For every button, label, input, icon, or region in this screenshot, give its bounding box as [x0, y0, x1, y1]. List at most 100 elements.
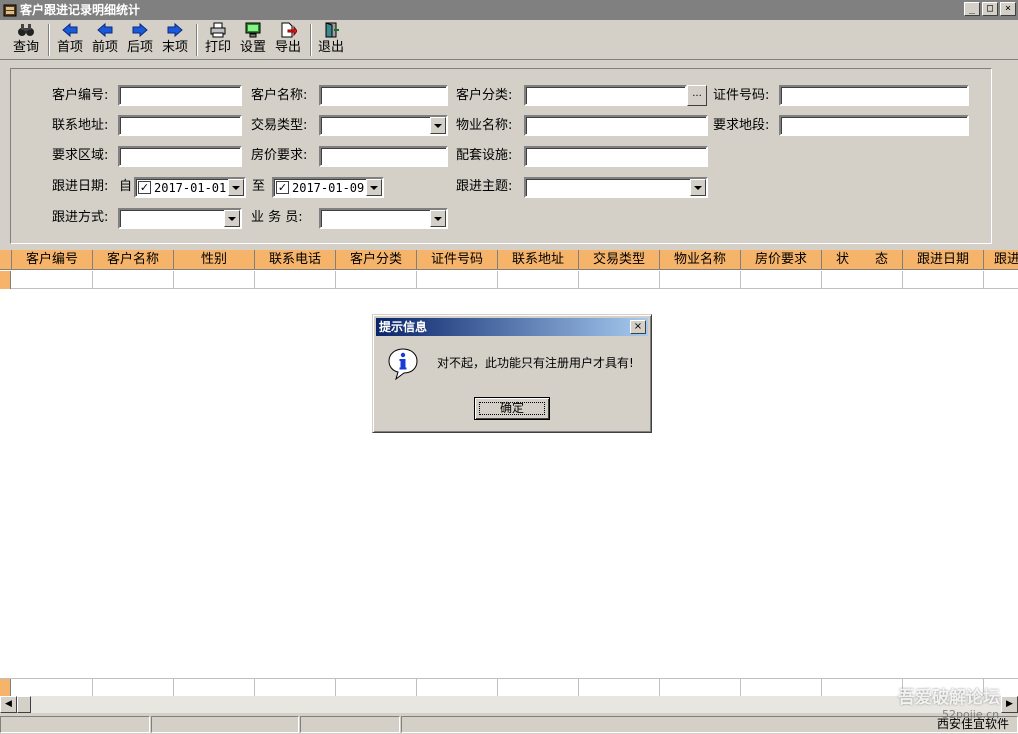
- column-header[interactable]: 客户名称: [93, 250, 174, 270]
- query-button[interactable]: 查询: [10, 22, 42, 58]
- required-section-input[interactable]: [779, 115, 969, 136]
- id-number-label: 证件号码:: [713, 88, 770, 103]
- column-header[interactable]: 交易类型: [579, 250, 660, 270]
- follow-method-select[interactable]: [118, 208, 242, 229]
- column-header[interactable]: 跟进日期: [903, 250, 984, 270]
- date-to-picker[interactable]: ✓ 2017-01-09: [272, 177, 384, 198]
- customer-category-browse-button[interactable]: ...: [687, 85, 707, 106]
- info-dialog: 提示信息 × 对不起，此功能只有注册用户才具有! 确定: [372, 314, 652, 433]
- column-header[interactable]: 物业名称: [660, 250, 741, 270]
- toolbar-separator: [310, 24, 312, 56]
- print-button[interactable]: 打印: [202, 22, 234, 58]
- row-indicator-header: [0, 250, 12, 270]
- customer-name-input[interactable]: [319, 85, 448, 106]
- row-indicator: [0, 271, 11, 289]
- required-area-input[interactable]: [118, 146, 242, 167]
- table-row[interactable]: [0, 271, 1018, 289]
- id-number-input[interactable]: [779, 85, 969, 106]
- chevron-down-icon[interactable]: [366, 179, 382, 196]
- date-from-checkbox[interactable]: ✓: [138, 181, 151, 194]
- prev-label: 前项: [91, 40, 118, 55]
- chevron-down-icon[interactable]: [224, 210, 240, 227]
- required-section-label: 要求地段:: [713, 118, 770, 133]
- next-label: 后项: [126, 40, 153, 55]
- monitor-icon: [244, 22, 262, 38]
- arrow-left-icon: [96, 22, 114, 38]
- chevron-down-icon[interactable]: [690, 179, 706, 196]
- grid-footer-row: [0, 678, 1018, 697]
- scroll-left-button[interactable]: ◀: [0, 696, 17, 713]
- toolbar-separator: [48, 24, 50, 56]
- property-name-input[interactable]: [524, 115, 708, 136]
- customer-name-label: 客户名称:: [251, 88, 308, 103]
- customer-category-label: 客户分类:: [456, 88, 513, 103]
- row-indicator: [0, 679, 11, 697]
- scroll-right-button[interactable]: ▶: [1001, 696, 1018, 713]
- close-button[interactable]: ×: [1000, 2, 1016, 16]
- price-req-label: 房价要求:: [251, 148, 308, 163]
- facilities-label: 配套设施:: [456, 148, 513, 163]
- settings-label: 设置: [239, 40, 266, 55]
- maximize-button[interactable]: □: [982, 2, 998, 16]
- minimize-button[interactable]: _: [964, 2, 980, 16]
- chevron-down-icon[interactable]: [228, 179, 244, 196]
- column-header[interactable]: 客户编号: [12, 250, 93, 270]
- follow-topic-label: 跟进主题:: [456, 179, 513, 194]
- follow-topic-select[interactable]: [524, 177, 708, 198]
- title-bar: 客户跟进记录明细统计 _ □ ×: [0, 0, 1018, 20]
- salesperson-select[interactable]: [319, 208, 448, 229]
- customer-no-input[interactable]: [118, 85, 242, 106]
- price-req-input[interactable]: [319, 146, 448, 167]
- scroll-thumb[interactable]: [17, 696, 31, 713]
- printer-icon: [209, 22, 227, 38]
- arrow-right-icon: [131, 22, 149, 38]
- exit-button[interactable]: 退出: [315, 22, 347, 58]
- dialog-title: 提示信息: [379, 320, 428, 334]
- watermark: 吾爱破解论坛: [898, 688, 1000, 708]
- settings-button[interactable]: 设置: [237, 22, 269, 58]
- prev-button[interactable]: 前项: [89, 22, 121, 58]
- column-header[interactable]: 性别: [174, 250, 255, 270]
- date-from-picker[interactable]: ✓ 2017-01-01: [134, 177, 246, 198]
- horizontal-scrollbar[interactable]: ◀ ▶: [0, 696, 1018, 713]
- last-label: 末项: [161, 40, 188, 55]
- arrow-left-icon: [61, 22, 79, 38]
- status-bar: 西安佳宜软件: [0, 714, 1018, 734]
- ok-button[interactable]: 确定: [474, 397, 550, 420]
- column-header[interactable]: 联系电话: [255, 250, 336, 270]
- first-label: 首项: [56, 40, 83, 55]
- date-from-value: 2017-01-01: [154, 181, 227, 195]
- next-button[interactable]: 后项: [124, 22, 156, 58]
- column-header[interactable]: 状 态: [822, 250, 903, 270]
- date-to-label: 至: [252, 179, 266, 194]
- chevron-down-icon[interactable]: [430, 210, 446, 227]
- export-button[interactable]: 导出: [272, 22, 304, 58]
- status-panel-2: [151, 716, 299, 733]
- exit-label: 退出: [317, 40, 344, 55]
- trade-type-select[interactable]: [319, 115, 448, 136]
- print-label: 打印: [204, 40, 231, 55]
- status-panel-1: [0, 716, 150, 733]
- column-header[interactable]: 证件号码: [417, 250, 498, 270]
- grid-header: 客户编号 客户名称 性别 联系电话 客户分类 证件号码 联系地址 交易类型 物业…: [0, 250, 1018, 270]
- property-name-label: 物业名称:: [456, 118, 513, 133]
- date-from-label: 自: [119, 179, 133, 194]
- address-input[interactable]: [118, 115, 242, 136]
- column-header[interactable]: 联系地址: [498, 250, 579, 270]
- chevron-down-icon[interactable]: [430, 117, 446, 134]
- first-button[interactable]: 首项: [54, 22, 86, 58]
- last-button[interactable]: 末项: [159, 22, 191, 58]
- customer-category-input[interactable]: [524, 85, 687, 106]
- column-header[interactable]: 房价要求: [741, 250, 822, 270]
- follow-date-label: 跟进日期:: [52, 179, 109, 194]
- facilities-input[interactable]: [524, 146, 708, 167]
- column-header[interactable]: 跟进: [984, 250, 1018, 270]
- date-to-checkbox[interactable]: ✓: [276, 181, 289, 194]
- export-label: 导出: [274, 40, 301, 55]
- column-header[interactable]: 客户分类: [336, 250, 417, 270]
- info-icon: [388, 348, 418, 381]
- dialog-close-button[interactable]: ×: [630, 320, 646, 334]
- dialog-message: 对不起，此功能只有注册用户才具有!: [437, 356, 634, 370]
- status-panel-company: 西安佳宜软件: [401, 716, 1018, 733]
- follow-method-label: 跟进方式:: [52, 210, 109, 225]
